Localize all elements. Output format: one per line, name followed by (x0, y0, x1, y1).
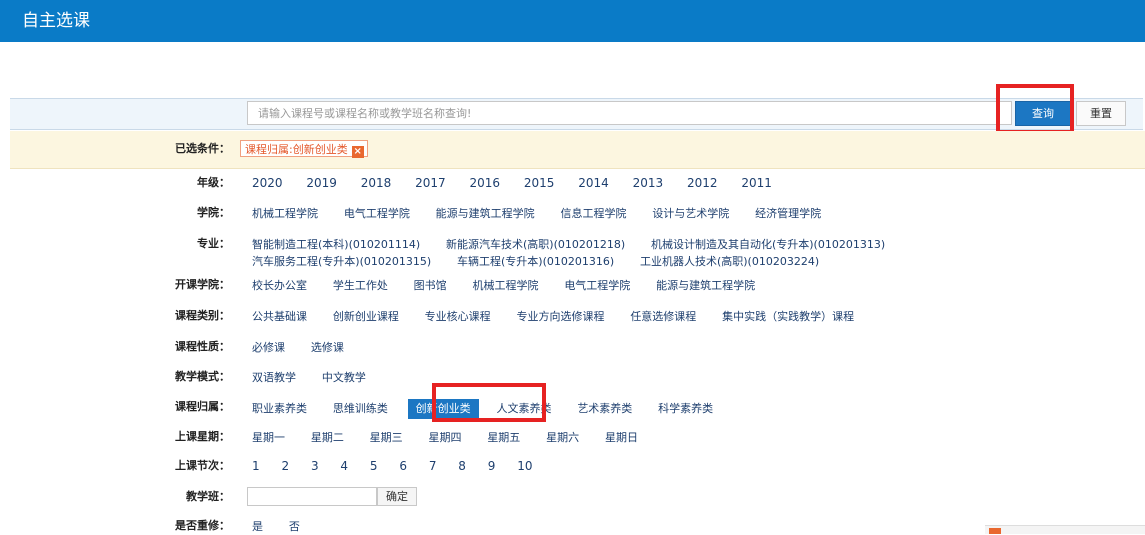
belong-option[interactable]: 人文素养类 (496, 401, 551, 417)
period-option[interactable]: 2 (281, 458, 289, 474)
offering-option[interactable]: 电气工程学院 (564, 278, 630, 294)
period-option[interactable]: 8 (458, 458, 466, 474)
filter-category-options: 公共基础课 创新创业课程 专业核心课程 专业方向选修课程 任意选修课程 集中实践… (252, 308, 876, 325)
category-option[interactable]: 公共基础课 (252, 309, 307, 325)
filter-major-options-line2: 汽车服务工程(专升本)(010201315) 车辆工程(专升本)(0102013… (252, 253, 841, 270)
period-option[interactable]: 5 (370, 458, 378, 474)
filter-major-options-line1: 智能制造工程(本科)(010201114) 新能源汽车技术(高职)(010201… (252, 236, 907, 253)
grade-option[interactable]: 2016 (470, 175, 501, 191)
offering-option[interactable]: 机械工程学院 (472, 278, 538, 294)
belong-option[interactable]: 思维训练类 (333, 401, 388, 417)
query-button[interactable]: 查询 (1015, 101, 1071, 126)
filter-label-college: 学院： (197, 206, 230, 219)
reset-button[interactable]: 重置 (1076, 101, 1126, 126)
college-option[interactable]: 经济管理学院 (755, 206, 821, 222)
category-option[interactable]: 专业方向选修课程 (516, 309, 604, 325)
belong-option-active[interactable]: 创新创业类 (407, 399, 479, 419)
filter-retake-options: 是 否 (252, 518, 322, 535)
filter-college-options: 机械工程学院 电气工程学院 能源与建筑工程学院 信息工程学院 设计与艺术学院 经… (252, 205, 843, 222)
mode-option[interactable]: 中文教学 (322, 370, 366, 386)
belong-option[interactable]: 艺术素养类 (577, 401, 632, 417)
filter-offering-options: 校长办公室 学生工作处 图书馆 机械工程学院 电气工程学院 能源与建筑工程学院 (252, 277, 777, 294)
filter-label-period: 上课节次： (175, 459, 230, 472)
belong-option[interactable]: 科学素养类 (658, 401, 713, 417)
weekday-option[interactable]: 星期五 (487, 430, 520, 446)
period-option[interactable]: 9 (488, 458, 496, 474)
grade-option[interactable]: 2017 (415, 175, 446, 191)
major-option[interactable]: 工业机器人技术(高职)(010203224) (640, 254, 819, 270)
filter-label-course-belong: 课程归属： (175, 400, 230, 413)
filter-mode-options: 双语教学 中文教学 (252, 369, 388, 386)
offering-option[interactable]: 能源与建筑工程学院 (656, 278, 755, 294)
nature-option[interactable]: 选修课 (311, 340, 344, 356)
filter-label-retake: 是否重修： (175, 519, 230, 532)
filter-label-weekday: 上课星期： (175, 430, 230, 443)
filter-label-major: 专业： (197, 237, 230, 250)
page-title: 自主选课 (22, 11, 90, 31)
filter-grade-options: 2020 2019 2018 2017 2016 2015 2014 2013 … (252, 175, 792, 191)
mode-option[interactable]: 双语教学 (252, 370, 296, 386)
toolbar-icon[interactable] (989, 528, 1001, 534)
filter-period-options: 1 2 3 4 5 6 7 8 9 10 (252, 458, 551, 474)
category-option[interactable]: 任意选修课程 (630, 309, 696, 325)
selected-conditions-label: 已选条件： (175, 142, 230, 155)
offering-option[interactable]: 学生工作处 (333, 278, 388, 294)
period-option[interactable]: 6 (399, 458, 407, 474)
selected-condition-tag[interactable]: 课程归属:创新创业类 × (240, 140, 368, 158)
grade-option[interactable]: 2020 (252, 175, 283, 191)
offering-option[interactable]: 图书馆 (414, 278, 447, 294)
filter-weekday-options: 星期一 星期二 星期三 星期四 星期五 星期六 星期日 (252, 429, 660, 446)
category-option[interactable]: 专业核心课程 (425, 309, 491, 325)
college-option[interactable]: 设计与艺术学院 (652, 206, 729, 222)
major-option[interactable]: 汽车服务工程(专升本)(010201315) (252, 254, 431, 270)
college-option[interactable]: 机械工程学院 (252, 206, 318, 222)
grade-option[interactable]: 2012 (687, 175, 718, 191)
major-option[interactable]: 机械设计制造及其自动化(专升本)(010201313) (651, 237, 885, 253)
weekday-option[interactable]: 星期六 (546, 430, 579, 446)
filter-label-teaching-class: 教学班： (186, 490, 230, 503)
app-header: 自主选课 (0, 0, 1145, 42)
filter-label-nature: 课程性质： (175, 340, 230, 353)
grade-option[interactable]: 2019 (306, 175, 337, 191)
close-icon[interactable]: × (351, 146, 364, 158)
belong-option[interactable]: 职业素养类 (252, 401, 307, 417)
period-option[interactable]: 1 (252, 458, 260, 474)
nature-option[interactable]: 必修课 (252, 340, 285, 356)
confirm-button[interactable]: 确定 (377, 487, 417, 506)
filter-label-grade: 年级： (197, 176, 230, 189)
filter-nature-options: 必修课 选修课 (252, 339, 366, 356)
college-option[interactable]: 电气工程学院 (344, 206, 410, 222)
period-option[interactable]: 4 (340, 458, 348, 474)
weekday-option[interactable]: 星期一 (252, 430, 285, 446)
teaching-class-input[interactable] (247, 487, 377, 506)
category-option[interactable]: 创新创业课程 (333, 309, 399, 325)
filter-label-teaching-mode: 教学模式： (175, 370, 230, 383)
grade-option[interactable]: 2018 (361, 175, 392, 191)
grade-option[interactable]: 2014 (578, 175, 609, 191)
search-input[interactable] (247, 101, 1012, 125)
weekday-option[interactable]: 星期日 (605, 430, 638, 446)
filter-label-category: 课程类别： (175, 309, 230, 322)
major-option[interactable]: 新能源汽车技术(高职)(010201218) (446, 237, 625, 253)
weekday-option[interactable]: 星期三 (370, 430, 403, 446)
offering-option[interactable]: 校长办公室 (252, 278, 307, 294)
filter-belong-options: 职业素养类 思维训练类 创新创业类 人文素养类 艺术素养类 科学素养类 (252, 399, 735, 419)
selected-condition-text: 课程归属:创新创业类 (245, 143, 348, 156)
grade-option[interactable]: 2013 (633, 175, 664, 191)
major-option[interactable]: 智能制造工程(本科)(010201114) (252, 237, 420, 253)
college-option[interactable]: 信息工程学院 (560, 206, 626, 222)
category-option[interactable]: 集中实践（实践教学）课程 (722, 309, 854, 325)
weekday-option[interactable]: 星期四 (428, 430, 461, 446)
major-option[interactable]: 车辆工程(专升本)(010201316) (457, 254, 614, 270)
college-option[interactable]: 能源与建筑工程学院 (436, 206, 535, 222)
period-option[interactable]: 3 (311, 458, 319, 474)
filter-label-offering-college: 开课学院： (175, 278, 230, 291)
grade-option[interactable]: 2011 (741, 175, 772, 191)
grade-option[interactable]: 2015 (524, 175, 555, 191)
period-option[interactable]: 7 (429, 458, 437, 474)
period-option[interactable]: 10 (517, 458, 532, 474)
weekday-option[interactable]: 星期二 (311, 430, 344, 446)
